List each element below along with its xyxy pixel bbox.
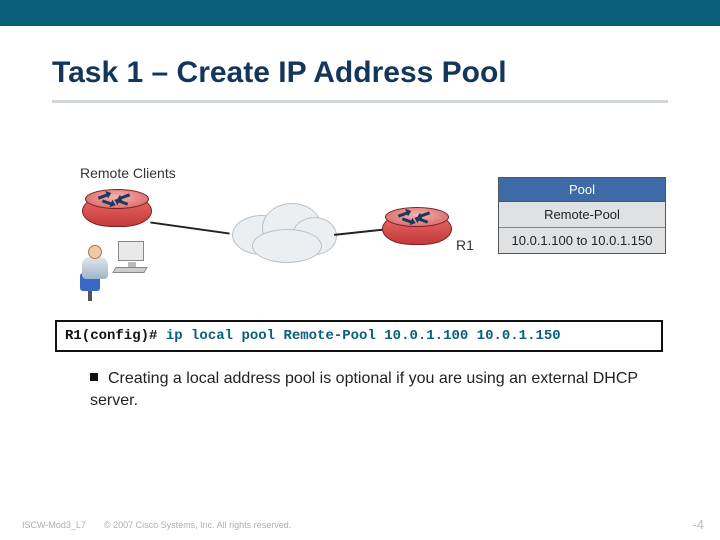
cli-prompt: R1(config)# xyxy=(65,328,157,344)
slide: Task 1 – Create IP Address Pool Remote C… xyxy=(0,0,720,540)
router-r1-label: R1 xyxy=(456,237,474,253)
footer-copyright: © 2007 Cisco Systems, Inc. All rights re… xyxy=(104,520,291,530)
bullet-square-icon xyxy=(90,373,98,381)
pool-range: 10.0.1.100 to 10.0.1.150 xyxy=(499,228,665,253)
slide-title: Task 1 – Create IP Address Pool xyxy=(52,56,507,90)
cli-command-box: R1(config)# ip local pool Remote-Pool 10… xyxy=(55,320,663,352)
footer: ISCW-Mod3_L7 © 2007 Cisco Systems, Inc. … xyxy=(0,518,720,540)
pool-info-box: Pool Remote-Pool 10.0.1.100 to 10.0.1.15… xyxy=(498,177,666,254)
footer-page-number: -4 xyxy=(692,517,704,532)
cloud-icon xyxy=(222,195,342,265)
pool-name: Remote-Pool xyxy=(499,202,665,228)
bullet-item: Creating a local address pool is optiona… xyxy=(90,368,650,411)
footer-course-code: ISCW-Mod3_L7 xyxy=(22,520,86,530)
link-left xyxy=(150,221,229,234)
router-remote-icon xyxy=(82,189,152,233)
network-diagram: Remote Clients R1 Pool Remote-Pool 10.0.… xyxy=(52,165,668,325)
remote-user-icon xyxy=(80,237,150,297)
remote-clients-label: Remote Clients xyxy=(80,165,176,181)
router-r1-icon xyxy=(382,207,452,251)
bullet-text: Creating a local address pool is optiona… xyxy=(90,370,638,409)
pool-header: Pool xyxy=(499,178,665,202)
title-underline xyxy=(52,100,668,103)
cli-command: ip local pool Remote-Pool 10.0.1.100 10.… xyxy=(166,328,561,344)
title-bar xyxy=(0,0,720,26)
link-right xyxy=(334,228,388,236)
